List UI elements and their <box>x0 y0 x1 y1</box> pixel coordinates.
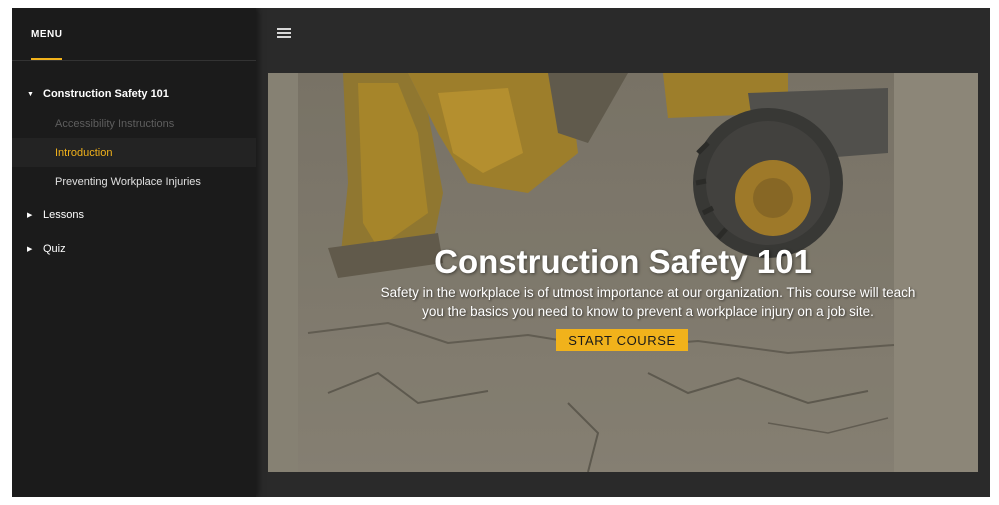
nav-section-lessons[interactable]: ▶ Lessons <box>12 200 256 230</box>
sidebar-menu: MENU ▼ Construction Safety 101 Accessibi… <box>12 8 256 497</box>
app-window: MENU ▼ Construction Safety 101 Accessibi… <box>12 8 990 497</box>
course-description: Safety in the workplace is of utmost imp… <box>380 285 916 319</box>
caret-right-icon: ▶ <box>27 212 33 219</box>
nav-section-label: Construction Safety 101 <box>43 88 169 100</box>
nav-section-label: Quiz <box>43 243 66 255</box>
nav-item-introduction[interactable]: Introduction <box>12 138 256 167</box>
course-title: Construction Safety 101 <box>434 243 812 280</box>
menu-title: MENU <box>31 29 63 40</box>
nav-section-construction-safety-101[interactable]: ▼ Construction Safety 101 <box>12 79 256 109</box>
menu-header: MENU <box>12 8 256 61</box>
hero-banner: Construction Safety 101 Safety in the wo… <box>268 73 978 472</box>
nav-item-preventing-workplace-injuries[interactable]: Preventing Workplace Injuries <box>12 167 256 196</box>
caret-right-icon: ▶ <box>27 246 33 253</box>
menu-title-underline <box>31 58 62 60</box>
hamburger-icon[interactable] <box>277 28 291 40</box>
nav-section-quiz[interactable]: ▶ Quiz <box>12 234 256 264</box>
start-course-button[interactable]: START COURSE <box>556 329 688 351</box>
course-nav: ▼ Construction Safety 101 Accessibility … <box>12 79 256 264</box>
caret-down-icon: ▼ <box>27 90 34 98</box>
nav-item-accessibility-instructions[interactable]: Accessibility Instructions <box>12 109 256 138</box>
nav-section-label: Lessons <box>43 209 84 221</box>
